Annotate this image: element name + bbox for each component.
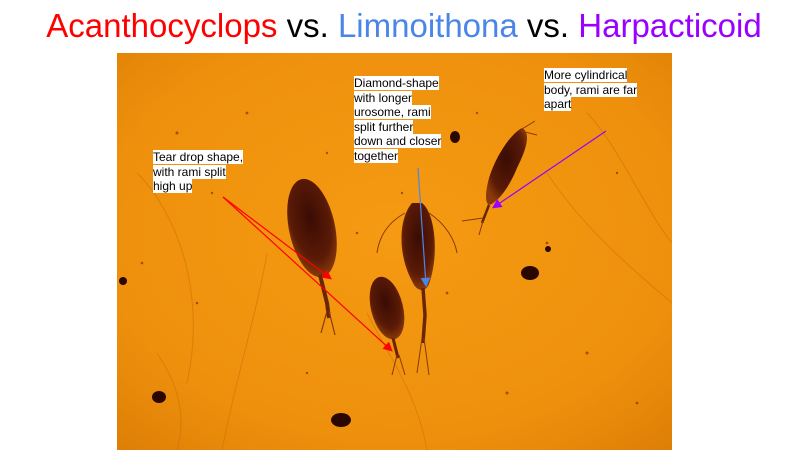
annotation-harpacticoid: More cylindrical body, rami are far apar… [544, 68, 638, 112]
title-acanthocyclops: Acanthocyclops [46, 7, 278, 44]
slide-title: Acanthocyclops vs. Limnoithona vs. Harpa… [0, 0, 808, 52]
annotation-line: with rami split [153, 164, 226, 179]
title-separator: vs. [277, 7, 338, 44]
title-separator: vs. [517, 7, 579, 44]
annotation-line: high up [153, 179, 193, 193]
annotation-acanthocyclops: Tear drop shape, with rami split high up [153, 150, 244, 194]
annotation-line: More cylindrical [544, 68, 628, 82]
annotation-line: together [354, 148, 399, 163]
annotation-line: with longer [354, 90, 413, 105]
annotation-line: split further [354, 119, 414, 134]
annotation-line: Tear drop shape, [153, 150, 244, 164]
title-limnoithona: Limnoithona [337, 7, 518, 44]
annotation-limnoithona: Diamond-shape with longer urosome, rami … [354, 76, 442, 163]
title-harpacticoid: Harpacticoid [578, 7, 762, 44]
annotation-line: urosome, rami [354, 105, 431, 119]
annotation-line: apart [544, 97, 572, 111]
annotation-line: down and closer [354, 134, 442, 148]
annotation-line: body, rami are far [544, 82, 638, 97]
annotation-line: Diamond-shape [354, 76, 439, 90]
